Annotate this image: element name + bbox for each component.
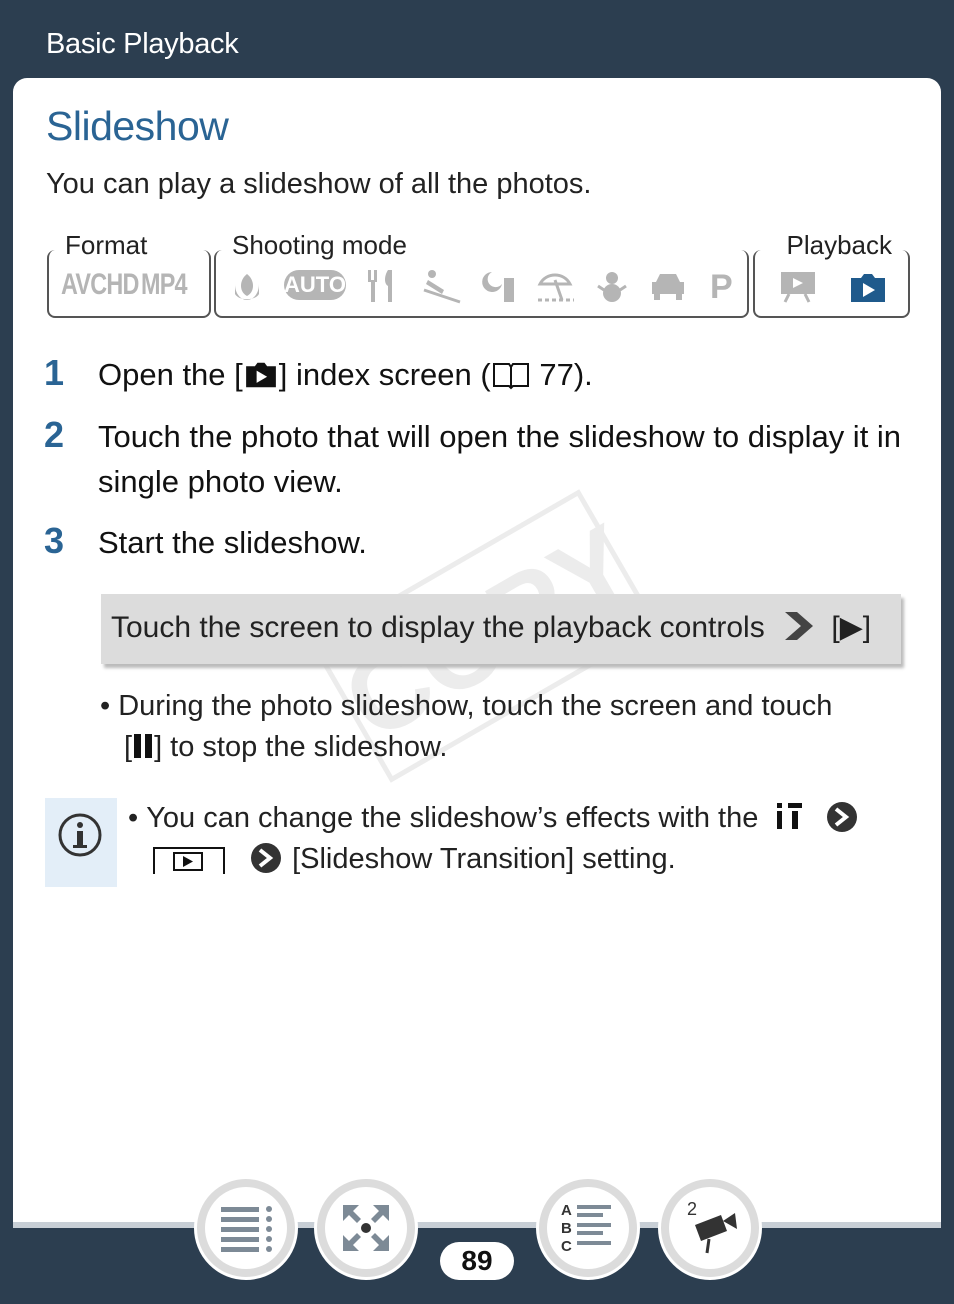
shooting-mode-label: Shooting mode (226, 230, 413, 261)
info-icon (58, 813, 102, 857)
table-of-contents-button[interactable] (194, 1176, 298, 1280)
svg-text:C: C (561, 1238, 572, 1255)
play-button-label: [▶] (831, 611, 872, 644)
expand-index-button[interactable] (314, 1176, 418, 1280)
intro-text: You can play a slideshow of all the phot… (46, 168, 592, 200)
photo-index-icon (245, 362, 276, 388)
arrow-step-icon (785, 612, 814, 640)
instruction-box: Touch the screen to display the playback… (101, 594, 901, 664)
tools-menu-icon (777, 803, 803, 829)
playback-label: Playback (780, 230, 898, 261)
step-1-text-after: ] index screen ( (278, 357, 491, 392)
camera-mode-button[interactable]: 2 (658, 1176, 762, 1280)
step-3-text: Start the slideshow. (98, 525, 367, 560)
step-3-number: 3 (44, 520, 65, 561)
beach-icon (537, 273, 574, 302)
svg-text:B: B (561, 1220, 572, 1237)
movie-playback-icon (781, 272, 815, 303)
program-icon: P (710, 268, 733, 306)
pause-icon (134, 734, 153, 758)
step-2-text: Touch the photo that will open the slide… (98, 419, 902, 499)
skiing-icon (423, 270, 461, 304)
step-1-text: Open the [ ] index screen ( 77). (98, 352, 918, 397)
info-note-box (45, 798, 117, 887)
camcorder-icon: 2 (687, 1199, 737, 1254)
mp4-format-icon: MP4 (141, 268, 188, 301)
abc-index-icon: A B C (561, 1202, 611, 1255)
step-1-text-before: Open the [ (98, 357, 243, 392)
camera-mode-badge: 2 (687, 1199, 697, 1219)
playback-menu-tab-icon (153, 847, 225, 874)
arrow-step-icon (827, 802, 858, 832)
step-1-page-ref[interactable]: 77). (531, 357, 592, 392)
macro-icon (235, 274, 259, 300)
car-icon (652, 274, 684, 300)
night-icon (482, 272, 514, 302)
note-line1: You can change the slideshow’s effects w… (146, 802, 759, 834)
pause-bullet-line2-after: ] to stop the slideshow. (154, 731, 448, 763)
snow-icon (597, 272, 627, 302)
pause-bullet: • During the photo slideshow, touch the … (100, 690, 833, 763)
playback-box: Playback (753, 230, 910, 318)
book-reference-icon (492, 363, 529, 390)
header-section-title: Basic Playback (46, 28, 239, 60)
expand-arrows-icon (343, 1205, 389, 1251)
step-1-number: 1 (44, 352, 65, 393)
avchd-format-icon: AVCHD (61, 268, 139, 301)
note-bullet: • You can change the slideshow’s effects… (128, 798, 918, 880)
page-title: Slideshow (46, 103, 229, 149)
photo-playback-icon (851, 274, 885, 302)
alphabetical-index-button[interactable]: A B C (536, 1176, 640, 1280)
instruction-text: Touch the screen to display the playback… (111, 611, 765, 644)
pause-bullet-line1: During the photo slideshow, touch the sc… (118, 690, 833, 722)
svg-text:A: A (561, 1202, 572, 1219)
food-icon (368, 270, 392, 302)
step-2-number: 2 (44, 414, 65, 455)
shooting-mode-box: Shooting mode AUTO P (214, 230, 749, 318)
footer-band (13, 1222, 941, 1228)
page-number: 89 (440, 1242, 514, 1280)
arrow-step-icon (251, 843, 282, 873)
list-icon (221, 1206, 272, 1252)
note-line2: [Slideshow Transition] setting. (292, 843, 676, 875)
format-label: Format (59, 230, 154, 261)
auto-icon: AUTO (284, 270, 346, 300)
format-box: Format AVCHD MP4 (47, 230, 211, 318)
pause-bullet-line2-before: [ (124, 731, 133, 763)
